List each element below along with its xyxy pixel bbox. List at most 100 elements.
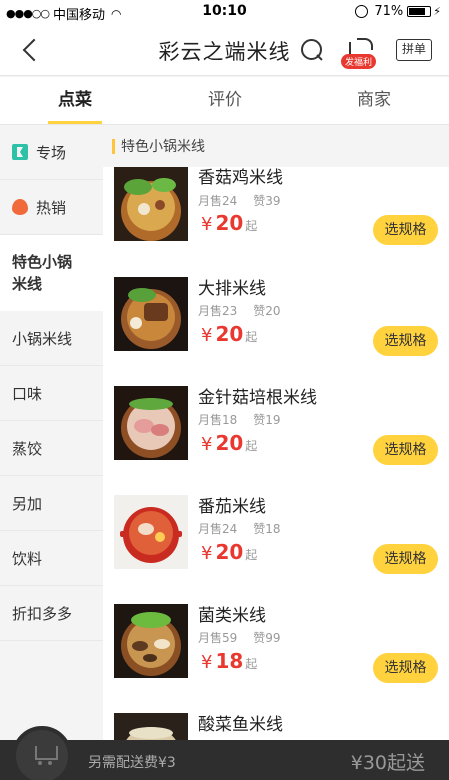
dish-meta: 月售18 赞19 [198,411,297,428]
sidebar-item-label: 热销 [36,198,67,217]
list-item[interactable]: 菌类米线 月售59 赞99 ¥18 起 选规格 [103,600,449,709]
status-bar: ●●●○○ 中国移动 ◠ 10:10 71% ⚡ [0,0,449,24]
menu-list: 特色小锅米线 香菇鸡米线 月售24 赞39 ¥20 起 选规格 大排米线 月售23 赞… [103,125,449,740]
price-unit: 起 [245,548,258,562]
price-unit: 起 [245,439,258,453]
section-header: 特色小锅米线 [103,125,449,167]
dish-price: ¥20 起 [201,322,257,346]
cart-icon [32,744,58,766]
dish-price: ¥20 起 [201,211,257,235]
list-item[interactable]: 酸菜鱼米线 [103,709,449,740]
monthly-sales: 月售24 [198,522,238,536]
dish-name: 酸菜鱼米线 [198,715,283,735]
sidebar-item-label: 小锅米线 [12,329,73,348]
sidebar-item-label: 口味 [12,384,43,403]
sidebar-item-label: 特色小锅 米线 [12,253,73,293]
share-button[interactable]: 发福利 [341,36,379,72]
dish-name: 金针菇培根米线 [198,388,317,408]
likes-count: 赞18 [253,522,281,536]
min-order: ¥30起送 [350,752,425,774]
likes-count: 赞39 [253,194,281,208]
monthly-sales: 月售23 [198,304,238,318]
dish-image [114,386,188,460]
list-item[interactable]: 香菇鸡米线 月售24 赞39 ¥20 起 选规格 [103,164,449,273]
select-spec-button[interactable]: 选规格 [373,653,438,683]
dish-meta: 月售23 赞20 [198,302,297,319]
page-title: 彩云之端米线 [158,40,291,64]
battery-percent: 71% [374,4,404,19]
sidebar-item-hot[interactable]: 热销 [0,180,103,235]
price-symbol: ¥ [201,434,213,455]
sidebar-item-label: 专场 [36,143,67,162]
sidebar-item-featured-pot-noodles[interactable]: 特色小锅 米线 [0,235,103,311]
price-value: 18 [215,649,244,673]
dish-image [114,167,188,241]
select-spec-button[interactable]: 选规格 [373,215,438,245]
price-value: 20 [215,211,244,235]
likes-count: 赞20 [253,304,281,318]
share-badge: 发福利 [341,54,377,69]
price-symbol: ¥ [201,325,213,346]
dish-image [114,495,188,569]
select-spec-button[interactable]: 选规格 [373,435,438,465]
monthly-sales: 月售59 [198,631,238,645]
price-unit: 起 [245,657,258,671]
rotation-lock-icon [355,5,369,18]
dish-name: 番茄米线 [198,497,266,517]
price-symbol: ¥ [201,652,213,673]
select-spec-button[interactable]: 选规格 [373,544,438,574]
search-icon[interactable] [300,38,324,62]
sidebar-item-special[interactable]: 专场 [0,125,103,180]
dish-name: 菌类米线 [198,606,266,626]
sidebar-item-label: 折扣多多 [12,604,73,623]
sidebar-item-label: 饮料 [12,549,43,568]
price-symbol: ¥ [201,543,213,564]
tab-reviews[interactable]: 评价 [150,77,300,125]
dish-meta: 月售24 赞39 [198,192,297,209]
nav-bar: 彩云之端米线 发福利 拼单 [0,24,449,76]
list-item[interactable]: 金针菇培根米线 月售18 赞19 ¥20 起 选规格 [103,382,449,491]
price-value: 20 [215,431,244,455]
list-item[interactable]: 大排米线 月售23 赞20 ¥20 起 选规格 [103,273,449,382]
sidebar-item-discounts[interactable]: 折扣多多 [0,586,103,641]
price-value: 20 [215,322,244,346]
select-spec-button[interactable]: 选规格 [373,326,438,356]
monthly-sales: 月售18 [198,413,238,427]
sidebar-item-label: 蒸饺 [12,439,43,458]
dish-price: ¥18 起 [201,649,257,673]
sidebar-item-pot-noodles[interactable]: 小锅米线 [0,311,103,366]
cart-bar: 另需配送费¥3 ¥30起送 [0,726,449,780]
delivery-fee: 另需配送费¥3 [88,755,176,771]
price-unit: 起 [245,330,258,344]
dish-image [114,277,188,351]
dish-name: 大排米线 [198,279,266,299]
charging-icon: ⚡ [433,5,441,18]
group-order-button[interactable]: 拼单 [396,39,432,61]
dish-image [114,713,188,740]
dish-meta: 月售24 赞18 [198,520,297,537]
category-sidebar: 专场 热销 特色小锅 米线 小锅米线 口味 蒸饺 另加 饮料 折扣多多 [0,125,103,740]
list-item[interactable]: 番茄米线 月售24 赞18 ¥20 起 选规格 [103,491,449,600]
section-marker [112,138,115,154]
sidebar-item-dumplings[interactable]: 蒸饺 [0,421,103,476]
section-title: 特色小锅米线 [121,139,205,155]
price-symbol: ¥ [201,214,213,235]
price-value: 20 [215,540,244,564]
fire-icon [12,199,28,215]
dish-price: ¥20 起 [201,540,257,564]
likes-count: 赞99 [253,631,281,645]
dish-name: 香菇鸡米线 [198,168,283,188]
cart-button[interactable] [12,726,72,780]
sidebar-item-drinks[interactable]: 饮料 [0,531,103,586]
battery-icon [407,6,432,17]
sidebar-item-label: 另加 [12,494,43,513]
tab-bar: 点菜 评价 商家 [0,77,449,125]
sidebar-item-flavor[interactable]: 口味 [0,366,103,421]
price-unit: 起 [245,219,258,233]
tab-merchant[interactable]: 商家 [299,77,449,125]
tab-order[interactable]: 点菜 [0,77,150,125]
dish-price: ¥20 起 [201,431,257,455]
sidebar-item-extras[interactable]: 另加 [0,476,103,531]
dish-meta: 月售59 赞99 [198,629,297,646]
flag-icon [12,144,28,160]
